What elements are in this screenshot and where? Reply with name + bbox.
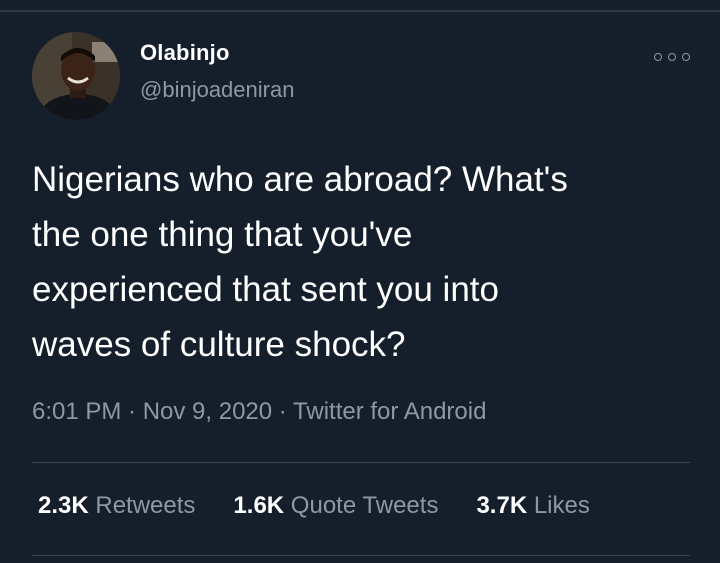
likes-label: Likes (533, 492, 590, 519)
engagement-stats: 2.3K Retweets 1.6K Quote Tweets 3.7K Lik… (38, 492, 628, 520)
dot-icon (682, 53, 690, 61)
retweets-stat[interactable]: 2.3K Retweets (38, 492, 195, 520)
avatar[interactable] (32, 32, 120, 120)
retweets-count: 2.3K (38, 492, 89, 519)
divider (32, 462, 690, 463)
divider (32, 555, 690, 556)
quote-tweets-count: 1.6K (233, 492, 285, 519)
author-handle[interactable]: @binjoadeniran (140, 77, 294, 103)
retweets-label: Retweets (95, 492, 196, 519)
avatar-photo (32, 32, 120, 120)
likes-stat[interactable]: 3.7K Likes (476, 492, 589, 520)
dot-icon (654, 53, 662, 61)
likes-count: 3.7K (476, 492, 528, 519)
author-display-name[interactable]: Olabinjo (140, 40, 230, 66)
dot-icon (668, 53, 676, 61)
tweet-text: Nigerians who are abroad? What's the one… (32, 160, 568, 364)
top-divider (0, 10, 720, 12)
quote-tweets-stat[interactable]: 1.6K Quote Tweets (233, 492, 438, 520)
quote-tweets-label: Quote Tweets (290, 492, 439, 519)
tweet-timestamp-source[interactable]: 6:01 PM · Nov 9, 2020 · Twitter for Andr… (32, 398, 486, 426)
more-options-icon[interactable] (654, 50, 690, 64)
